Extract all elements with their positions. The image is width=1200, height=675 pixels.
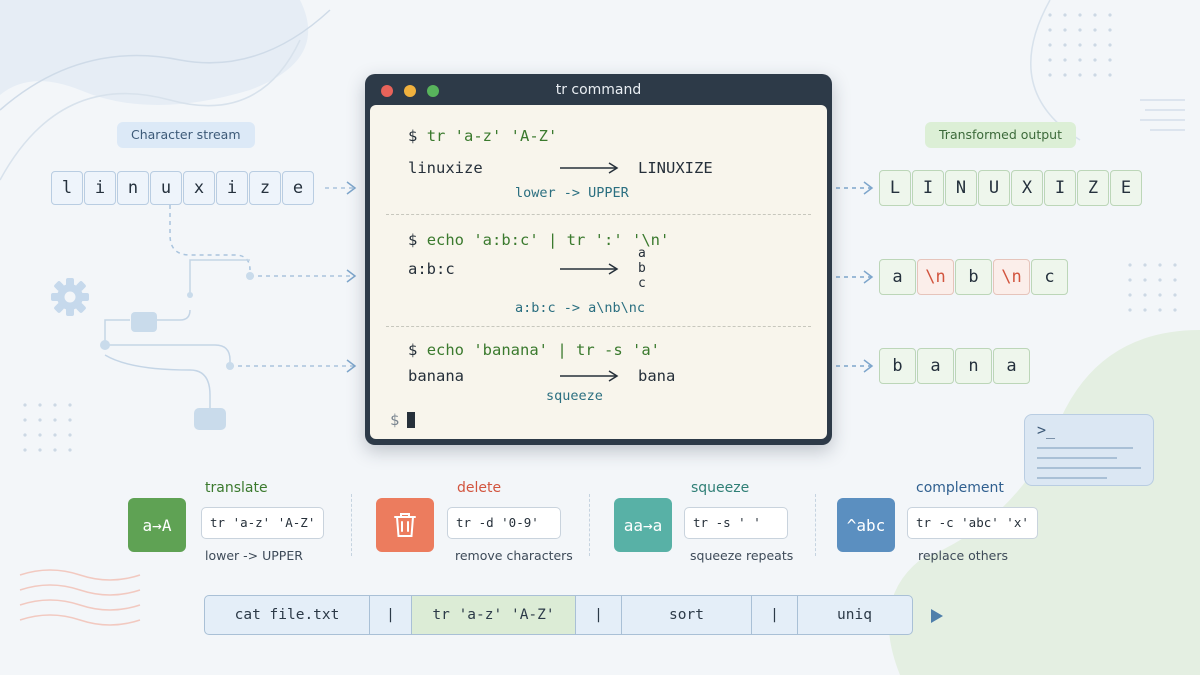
output-char: n: [955, 348, 992, 384]
output-char: c: [1031, 259, 1068, 295]
command-line: $ echo 'a:b:c' | tr ':' '\n': [408, 231, 670, 249]
example-note: squeeze: [546, 388, 603, 404]
pipe-symbol: |: [370, 596, 412, 634]
op-title-squeeze: squeeze: [691, 480, 750, 496]
output-stream-label: Transformed output: [925, 122, 1077, 148]
terminal-title: tr command: [555, 82, 642, 98]
op-code-complement: tr -c 'abc' 'x': [907, 507, 1038, 539]
command-line: $ tr 'a-z' 'A-Z': [408, 127, 558, 145]
op-code-delete: tr -d '0-9': [447, 507, 561, 539]
complement-icon: ^abc: [837, 498, 895, 552]
input-char: n: [117, 171, 149, 205]
gear-icon: [51, 278, 89, 316]
translate-icon: a→A: [128, 498, 186, 552]
pipeline-step: cat file.txt: [205, 596, 370, 634]
terminal-body: $ tr 'a-z' 'A-Z' linuxize LINUXIZE lower…: [370, 105, 827, 439]
pipe-symbol: |: [752, 596, 798, 634]
input-char: z: [249, 171, 281, 205]
output-char: a: [917, 348, 954, 384]
output-char: I: [912, 170, 944, 206]
arrow-right-icon: [560, 263, 619, 275]
output-char: a: [993, 348, 1030, 384]
pipe-symbol: |: [576, 596, 622, 634]
divider: [386, 326, 811, 327]
op-title-translate: translate: [205, 480, 268, 496]
output-char: E: [1110, 170, 1142, 206]
op-code-translate: tr 'a-z' 'A-Z': [201, 507, 325, 539]
text-cursor[interactable]: [407, 412, 415, 428]
divider: [351, 494, 352, 556]
op-code-squeeze: tr -s ' ': [684, 507, 788, 539]
example-output-line: a: [638, 246, 646, 261]
arrow-right-icon: [560, 370, 619, 382]
output-char: b: [879, 348, 916, 384]
divider: [815, 494, 816, 556]
output-char: I: [1044, 170, 1076, 206]
output-char: U: [978, 170, 1010, 206]
input-char: i: [216, 171, 248, 205]
output-newline-char: \n: [917, 259, 954, 295]
input-char: i: [84, 171, 116, 205]
output-row-newlines: a \n b \n c: [879, 259, 1069, 295]
output-char: L: [879, 170, 911, 206]
input-char: e: [282, 171, 314, 205]
example-input: banana: [408, 367, 464, 385]
command-text: echo 'banana' | tr -s 'a': [426, 341, 660, 359]
command-text: echo 'a:b:c' | tr ':' '\n': [426, 231, 670, 249]
divider: [589, 494, 590, 556]
trash-icon: [376, 498, 434, 552]
output-char: Z: [1077, 170, 1109, 206]
terminal-card-icon: >_: [1024, 414, 1154, 486]
shell-prompt: $: [390, 411, 400, 429]
op-desc-squeeze: squeeze repeats: [690, 548, 794, 563]
op-desc-translate: lower -> UPPER: [205, 548, 303, 563]
input-char: l: [51, 171, 83, 205]
example-output: LINUXIZE: [638, 159, 713, 177]
pipeline-step-active: tr 'a-z' 'A-Z': [412, 596, 576, 634]
input-stream-label: Character stream: [117, 122, 255, 148]
output-newline-char: \n: [993, 259, 1030, 295]
op-title-complement: complement: [916, 480, 1004, 496]
pipeline-bar: cat file.txt | tr 'a-z' 'A-Z' | sort | u…: [204, 595, 913, 635]
command-line: $ echo 'banana' | tr -s 'a': [408, 341, 660, 359]
output-row-uppercase: L I N U X I Z E: [879, 170, 1143, 206]
terminal-window: tr command $ tr 'a-z' 'A-Z' linuxize LIN…: [365, 74, 832, 445]
op-desc-complement: replace others: [918, 548, 1008, 563]
example-input: a:b:c: [408, 260, 455, 278]
divider: [386, 214, 811, 215]
example-note: lower -> UPPER: [515, 185, 629, 201]
arrow-right-icon: [560, 162, 619, 174]
output-char: N: [945, 170, 977, 206]
play-arrow-icon: [931, 609, 943, 623]
output-char: a: [879, 259, 916, 295]
example-output-line: b: [638, 261, 646, 276]
example-input: linuxize: [408, 159, 483, 177]
output-char: b: [955, 259, 992, 295]
pipeline-step: uniq: [837, 607, 872, 623]
input-char: x: [183, 171, 215, 205]
output-char: X: [1011, 170, 1043, 206]
output-row-squeeze: b a n a: [879, 348, 1031, 384]
input-char: u: [150, 171, 182, 205]
input-char-row: l i n u x i z e: [51, 171, 315, 205]
example-output: bana: [638, 367, 676, 385]
command-text: tr 'a-z' 'A-Z': [426, 127, 558, 145]
squeeze-icon: aa→a: [614, 498, 672, 552]
op-title-delete: delete: [457, 480, 502, 496]
example-output-line: c: [638, 276, 646, 291]
pipeline-step: sort: [622, 596, 752, 634]
op-desc-delete: remove characters: [455, 548, 573, 563]
example-note: a:b:c -> a\nb\nc: [515, 300, 646, 316]
